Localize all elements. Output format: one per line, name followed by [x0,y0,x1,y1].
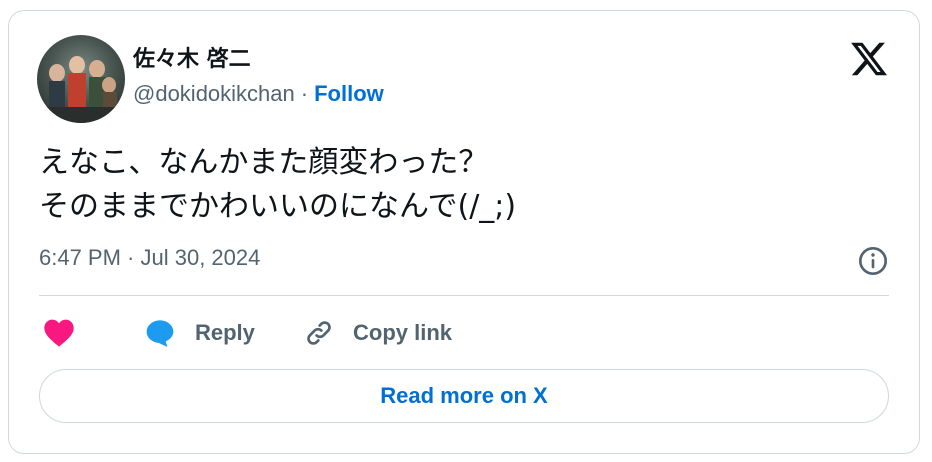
separator-dot: · [300,81,309,106]
info-icon[interactable] [857,245,889,277]
copy-link-label: Copy link [353,320,453,345]
tweet-timestamp[interactable]: 6:47 PM · Jul 30, 2024 [39,245,260,271]
author-handle-row: @dokidokikchan · Follow [133,81,384,107]
link-icon [307,321,331,345]
like-button[interactable] [43,313,75,353]
heart-icon [44,319,74,347]
reply-button[interactable]: Reply [143,313,255,353]
tweet-text-line: えなこ、なんかまた顔変わった？ [39,145,489,180]
reply-bubble-icon [146,320,174,347]
divider [39,295,889,296]
author-handle[interactable]: @dokidokikchan [133,81,295,106]
tweet-card: 佐々木 啓二 @dokidokikchan · Follow えなこ、なんかまた顔変… [8,10,920,454]
avatar[interactable] [37,35,125,123]
action-bar: Reply Copy link [39,313,899,353]
copy-link-button[interactable]: Copy link [303,313,452,353]
author-display-name[interactable]: 佐々木 啓二 [133,41,251,73]
tweet-text-line: そのままでかわいいのになんで(/_;) [39,189,517,224]
avatar-photo [37,56,125,123]
read-more-button[interactable]: Read more on X [39,369,889,423]
tweet-text: えなこ、なんかまた顔変わった？ そのままでかわいいのになんで(/_;) [39,141,516,229]
reply-label: Reply [195,320,255,345]
x-logo-icon[interactable] [849,39,889,79]
follow-button[interactable]: Follow [314,81,384,106]
